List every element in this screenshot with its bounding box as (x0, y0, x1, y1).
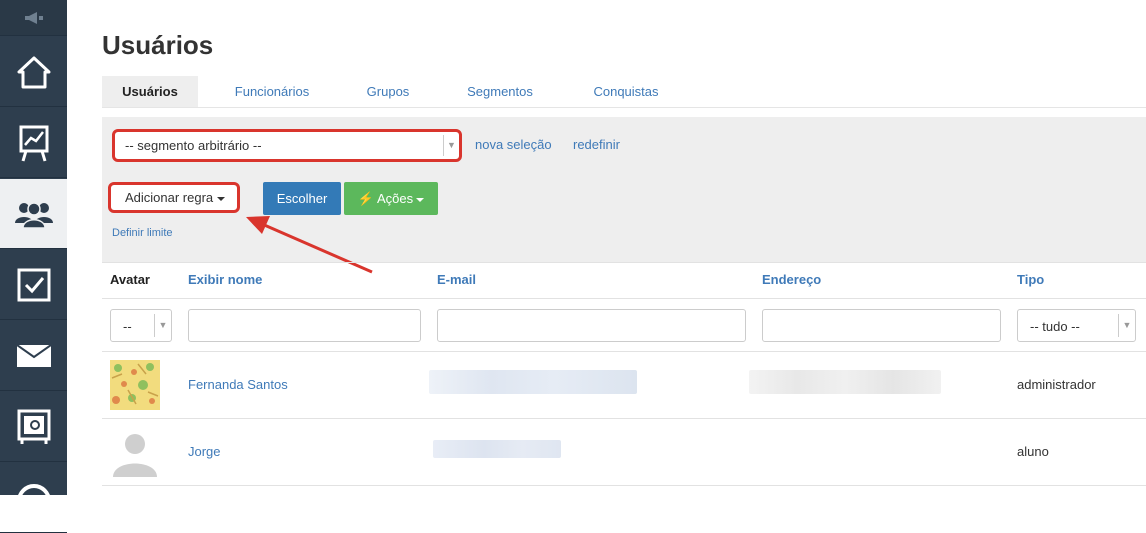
chevron-down-icon: ▼ (1118, 314, 1135, 337)
sidebar-item-users[interactable] (0, 179, 67, 249)
column-header-type[interactable]: Tipo (1017, 272, 1044, 287)
home-icon (17, 56, 50, 88)
users-icon (14, 201, 53, 229)
email-filter-input[interactable] (437, 309, 746, 342)
row-divider (102, 485, 1146, 486)
redacted-email (433, 440, 561, 458)
header-divider (102, 298, 1146, 299)
redacted-email (429, 370, 637, 394)
column-header-display-name[interactable]: Exibir nome (188, 272, 262, 287)
user-name-link[interactable]: Jorge (188, 444, 221, 459)
column-header-email[interactable]: E-mail (437, 272, 476, 287)
sidebar-item-home[interactable] (0, 37, 67, 107)
name-filter-input[interactable] (188, 309, 421, 342)
table-top-border (102, 262, 1146, 263)
checkbox-icon (17, 268, 50, 301)
add-rule-button[interactable]: Adicionar regra (108, 182, 240, 213)
address-filter-input[interactable] (762, 309, 1001, 342)
user-type: aluno (1017, 444, 1049, 459)
avatar[interactable] (110, 360, 160, 410)
avatar[interactable] (110, 427, 160, 477)
tab-achievements[interactable]: Conquistas (578, 76, 674, 107)
megaphone-icon (24, 11, 43, 24)
sidebar (0, 0, 67, 533)
segment-select[interactable]: -- segmento arbitrário -- ▼ (112, 129, 462, 162)
chevron-down-icon: ▼ (443, 135, 459, 156)
column-header-avatar: Avatar (110, 272, 150, 287)
user-name-link[interactable]: Fernanda Santos (188, 377, 288, 392)
actions-button[interactable]: ⚡ Ações (344, 182, 438, 215)
redacted-address (749, 370, 941, 394)
sidebar-item-safe[interactable] (0, 392, 67, 462)
chevron-down-icon: ▼ (154, 314, 171, 337)
actions-label: Ações (376, 191, 414, 206)
row-divider (102, 418, 1146, 419)
caret-down-icon (217, 196, 226, 201)
tab-segments[interactable]: Segmentos (452, 76, 548, 107)
sidebar-item-messages[interactable] (0, 321, 67, 391)
reset-link[interactable]: redefinir (573, 137, 620, 152)
sidebar-item-tasks[interactable] (0, 250, 67, 320)
tab-bar: Usuários Funcionários Grupos Segmentos C… (102, 76, 1146, 108)
envelope-icon (16, 344, 51, 367)
filter-row-divider (102, 351, 1146, 352)
choose-button[interactable]: Escolher (263, 182, 341, 215)
dollar-icon (16, 483, 51, 515)
column-header-address[interactable]: Endereço (762, 272, 821, 287)
user-type: administrador (1017, 377, 1096, 392)
type-filter-select[interactable]: -- tudo -- ▼ (1017, 309, 1136, 342)
new-selection-link[interactable]: nova seleção (475, 137, 552, 152)
avatar-filter-select[interactable]: -- ▼ (110, 309, 172, 342)
sidebar-item-more[interactable] (0, 463, 67, 533)
segment-select-value: -- segmento arbitrário -- (125, 138, 262, 153)
avatar-filter-value: -- (123, 319, 132, 334)
safe-icon (17, 409, 50, 444)
set-limit-link[interactable]: Definir limite (112, 227, 173, 239)
tab-groups[interactable]: Grupos (354, 76, 422, 107)
page-title: Usuários (102, 30, 214, 60)
sidebar-item-announcements[interactable] (0, 0, 67, 36)
add-rule-label: Adicionar regra (125, 190, 214, 205)
lightning-icon: ⚡ (357, 191, 375, 206)
sidebar-item-reports[interactable] (0, 108, 67, 178)
type-filter-value: -- tudo -- (1030, 319, 1080, 334)
tab-users[interactable]: Usuários (102, 76, 198, 107)
caret-down-icon (416, 197, 425, 202)
tab-employees[interactable]: Funcionários (222, 76, 322, 107)
chart-board-icon (19, 125, 48, 161)
